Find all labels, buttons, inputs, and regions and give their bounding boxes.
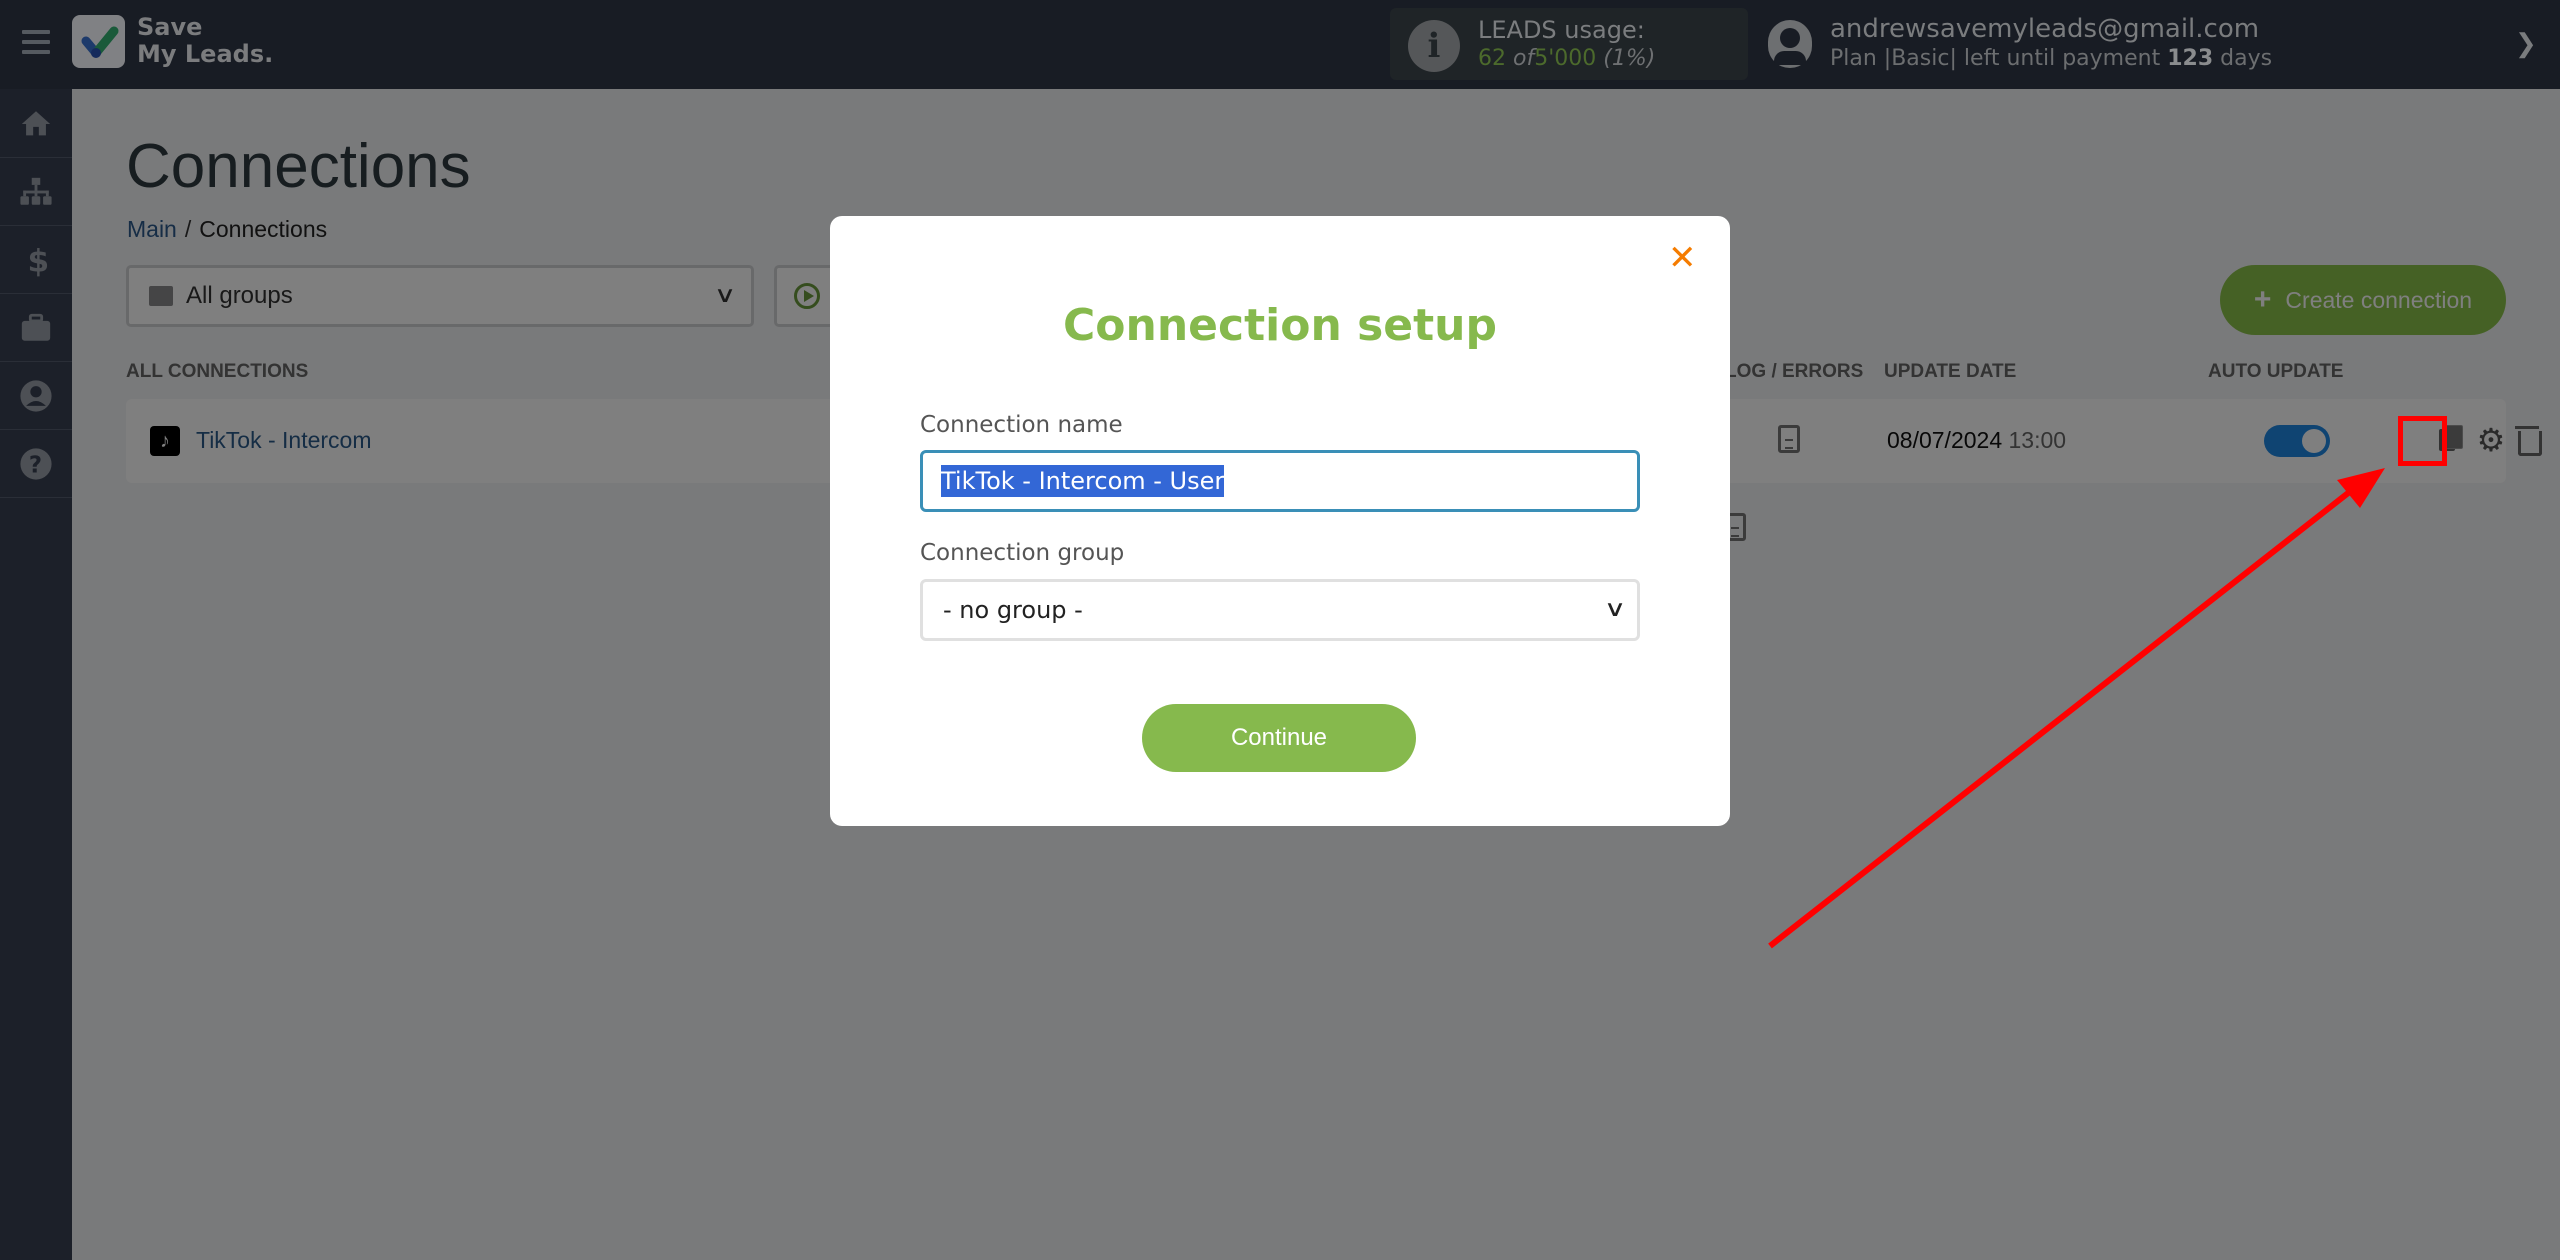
sidebar-item-account[interactable]: [0, 362, 72, 430]
sidebar-item-tools[interactable]: [0, 294, 72, 362]
logo-line2: My Leads.: [137, 40, 274, 68]
connection-name-input[interactable]: TikTok - Intercom - User: [920, 450, 1640, 512]
chevron-down-icon[interactable]: ❯: [2515, 28, 2537, 59]
plan-days: 123: [2167, 46, 2214, 71]
usage-title: LEADS usage:: [1478, 16, 1645, 44]
user-email[interactable]: andrewsavemyleads@gmail.com: [1830, 14, 2259, 44]
sidebar-item-home[interactable]: [0, 90, 72, 158]
menu-icon[interactable]: [22, 30, 50, 54]
sidebar: $ ?: [0, 89, 72, 1260]
chevron-down-icon: ∨: [1603, 596, 1627, 621]
leads-usage-panel: i LEADS usage: 62 of5'000 (1%): [1390, 8, 1748, 80]
usage-value: 62 of5'000 (1%): [1478, 46, 1655, 71]
usage-percent: (1%): [1603, 46, 1656, 71]
highlight-box: [2398, 416, 2447, 466]
close-icon[interactable]: ✕: [1668, 238, 1697, 278]
dollar-icon: $: [28, 243, 50, 277]
continue-button[interactable]: Continue: [1142, 704, 1416, 772]
usage-used: 62: [1478, 46, 1506, 71]
help-icon: ?: [20, 447, 52, 480]
svg-text:?: ?: [29, 452, 42, 478]
sidebar-item-connections[interactable]: [0, 158, 72, 226]
connection-name-label: Connection name: [920, 412, 1123, 438]
modal-title: Connection setup: [1063, 300, 1497, 351]
plan-prefix: Plan |Basic| left until payment: [1830, 46, 2161, 71]
user-avatar-icon[interactable]: [1768, 20, 1812, 68]
sitemap-icon: [20, 177, 52, 205]
usage-of: of: [1513, 46, 1535, 71]
user-plan: Plan |Basic| left until payment 123 days: [1830, 46, 2272, 71]
connection-name-value: TikTok - Intercom - User: [941, 465, 1225, 497]
top-bar: Save My Leads. i LEADS usage: 62 of5'000…: [0, 0, 2560, 89]
plan-suffix: days: [2220, 46, 2273, 71]
svg-text:$: $: [28, 243, 50, 277]
briefcase-icon: [21, 313, 51, 341]
sidebar-item-billing[interactable]: $: [0, 226, 72, 294]
connection-group-select[interactable]: - no group - ∨: [920, 579, 1640, 641]
user-circle-icon: [20, 379, 52, 412]
connection-group-label: Connection group: [920, 540, 1125, 566]
connection-setup-modal: ✕ Connection setup Connection name TikTo…: [830, 216, 1730, 826]
info-icon: i: [1408, 20, 1460, 72]
logo-icon: [72, 15, 125, 68]
logo-line1: Save: [137, 13, 203, 41]
usage-total: 5'000: [1534, 46, 1597, 71]
sidebar-item-help[interactable]: ?: [0, 430, 72, 498]
home-icon: [21, 110, 51, 135]
connection-group-value: - no group -: [943, 596, 1083, 624]
logo-text: Save My Leads.: [137, 14, 273, 68]
